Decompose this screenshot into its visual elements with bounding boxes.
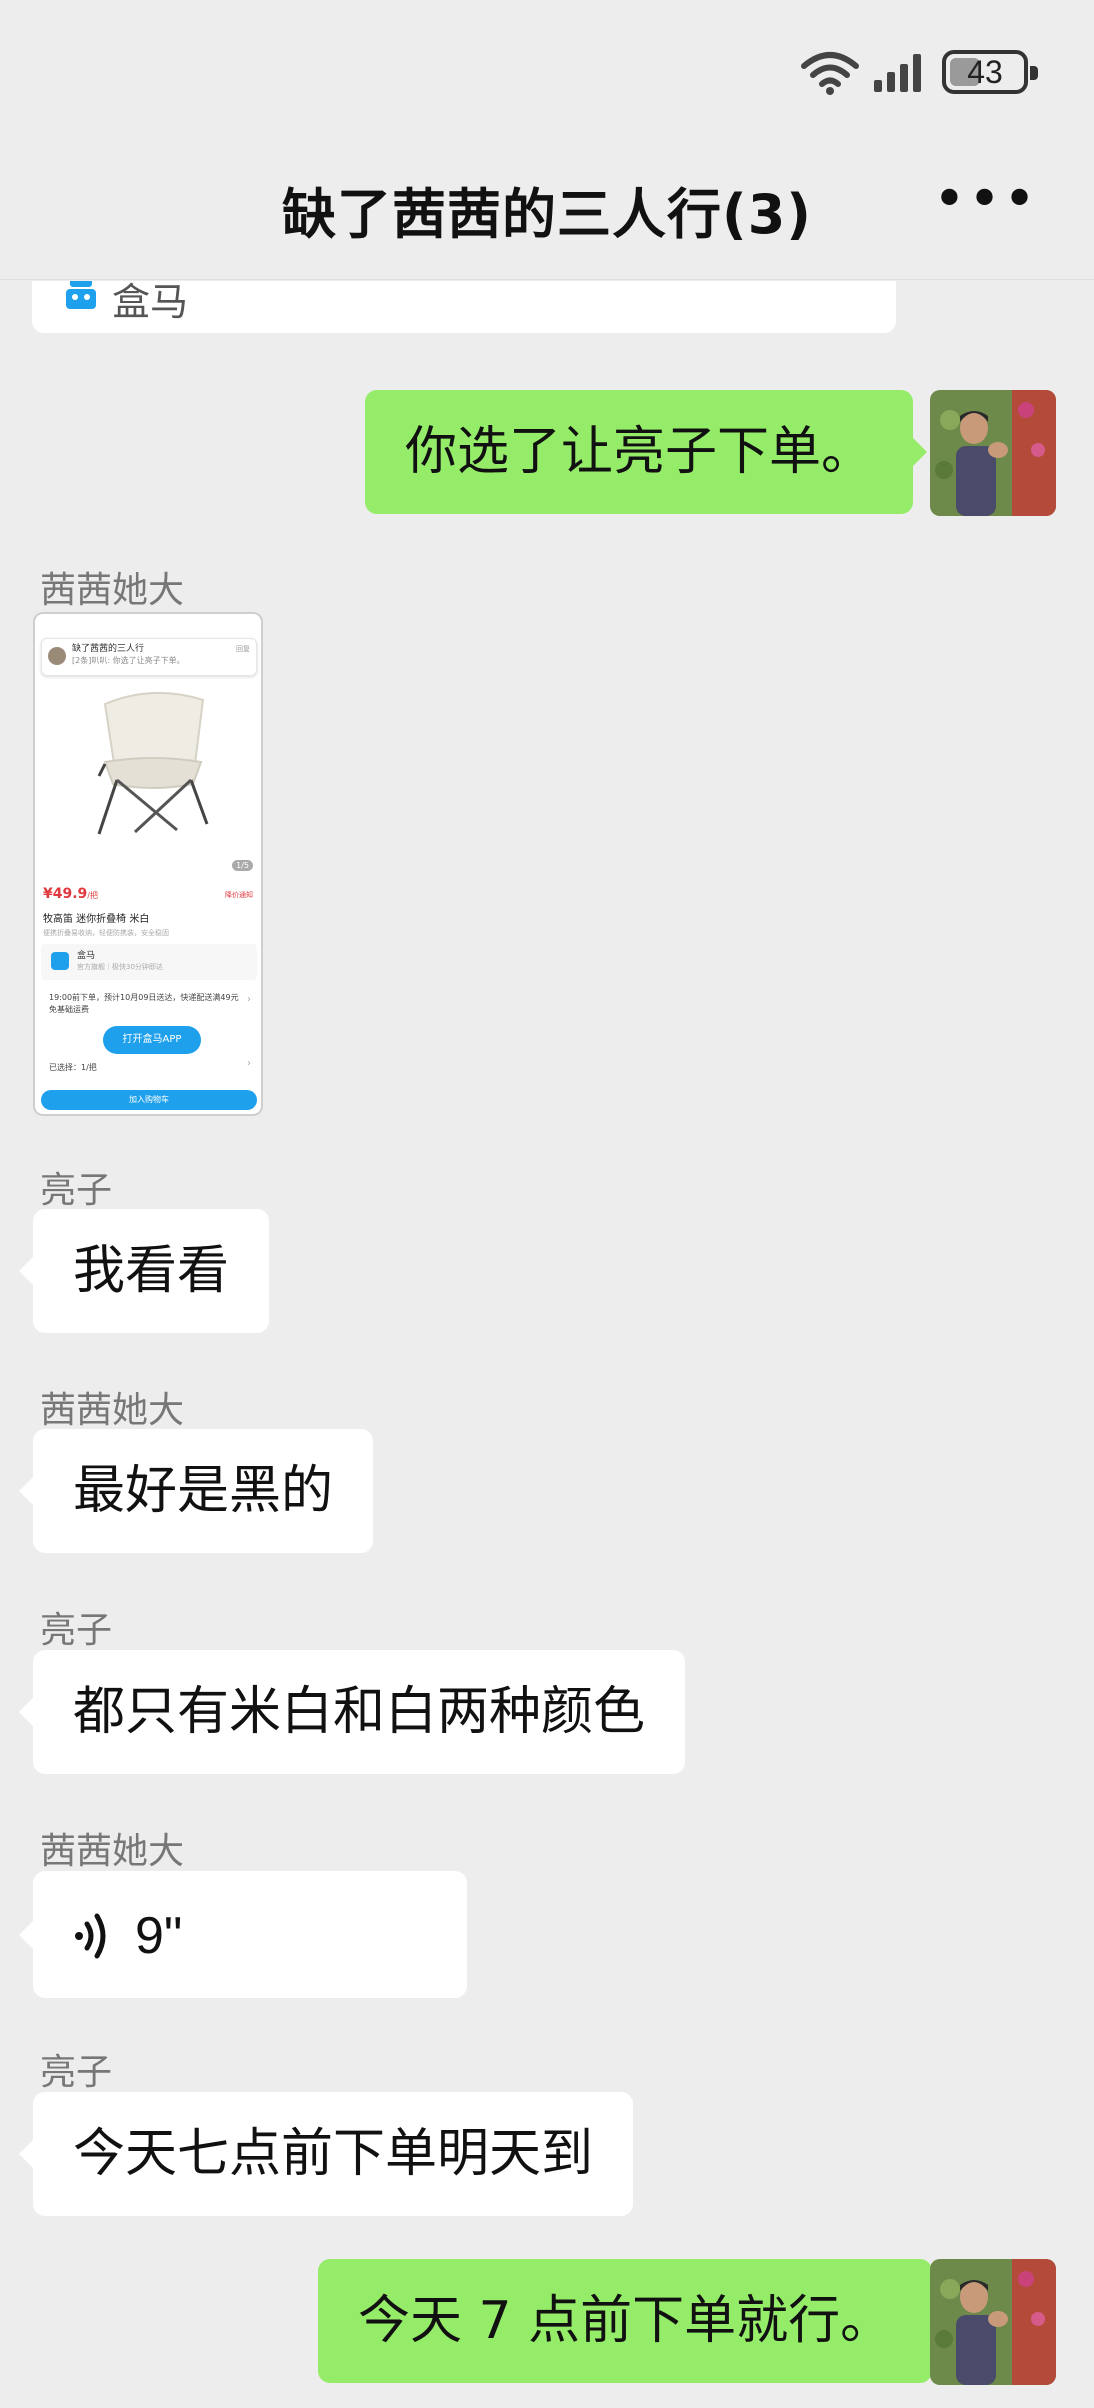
shared-card[interactable]: 盒马 [32, 281, 896, 333]
sender-name: 茜茜她大 [40, 1831, 185, 1872]
sender-name: 亮子 [40, 1610, 113, 1651]
chevron-right-icon: › [247, 994, 251, 1005]
card-brand-label: 盒马 [112, 281, 189, 324]
shot-product-name: 牧高笛 迷你折叠椅 米白 [43, 914, 150, 925]
voice-icon [75, 1913, 106, 1959]
shot-notification: 缺了茜茜的三人行 [2条]叭叭: 你选了让亮子下单。 回复 [41, 638, 257, 676]
message-list[interactable]: 盒马 你选了让亮子下单。 茜茜她大 缺了茜茜的三人行 [2条]叭叭: 你选了让亮… [0, 281, 1094, 2408]
shot-add-cart: 加入购物车 [41, 1090, 257, 1110]
shot-store-name: 盒马 [77, 951, 96, 961]
image-message[interactable]: 缺了茜茜的三人行 [2条]叭叭: 你选了让亮子下单。 回复 1/5 ¥49.9/… [33, 612, 263, 1116]
sender-name: 亮子 [40, 1170, 113, 1211]
voice-message[interactable]: 9" [19, 1871, 467, 1998]
shot-price: ¥49.9/把 [43, 886, 98, 902]
hema-logo-icon [66, 281, 96, 309]
avatar-self[interactable] [930, 2259, 1056, 2385]
sender-name: 茜茜她大 [40, 1390, 185, 1431]
voice-duration: 9" [135, 1907, 183, 1965]
message-bubble-self[interactable]: 你选了让亮子下单。 [365, 390, 928, 514]
message-bubble[interactable]: 都只有米白和白两种颜色 [18, 1650, 686, 1774]
wifi-icon [801, 52, 859, 95]
status-bar: 43 [0, 0, 1094, 140]
chat-title: 缺了茜茜的三人行(3) [282, 183, 812, 246]
chevron-right-icon: › [247, 1058, 251, 1069]
message-bubble[interactable]: 最好是黑的 [18, 1429, 374, 1553]
avatar-self[interactable] [930, 390, 1056, 516]
sender-name: 茜茜她大 [40, 570, 185, 611]
battery-percent: 43 [967, 54, 1003, 90]
chair-image [97, 691, 209, 835]
message-bubble-self[interactable]: 今天 7 点前下单就行。 [318, 2259, 947, 2383]
shot-store: 盒马 官方旗舰｜极快30分钟即达 [41, 944, 257, 980]
shot-selected: 已选择：1/把 [49, 1063, 97, 1072]
shot-delivery: 19:00前下单，预计10月09日送达，快递配送满49元免基础运费 [49, 993, 239, 1014]
message-bubble[interactable]: 今天七点前下单明天到 [18, 2092, 634, 2216]
chat-header: 缺了茜茜的三人行(3) ••• [0, 140, 1094, 280]
sender-name: 亮子 [40, 2052, 113, 2093]
battery-icon: 43 [942, 50, 1038, 94]
shot-notif-sub: [2条]叭叭: 你选了让亮子下单。 [72, 656, 185, 665]
more-icon[interactable]: ••• [933, 172, 1038, 228]
shot-tag: 降价通知 [225, 891, 253, 899]
shot-store-desc: 官方旗舰｜极快30分钟即达 [77, 963, 163, 971]
message-bubble[interactable]: 我看看 [18, 1209, 270, 1333]
shot-product-desc: 便携折叠易收纳，轻便防携装，安全稳固 [43, 929, 169, 937]
shot-notif-action: 回复 [236, 645, 250, 653]
signal-icon [874, 54, 921, 92]
shot-open-app: 打开盒马APP [103, 1026, 201, 1054]
shot-page-indicator: 1/5 [232, 860, 253, 871]
shot-notif-title: 缺了茜茜的三人行 [72, 644, 145, 654]
store-icon [51, 952, 69, 970]
